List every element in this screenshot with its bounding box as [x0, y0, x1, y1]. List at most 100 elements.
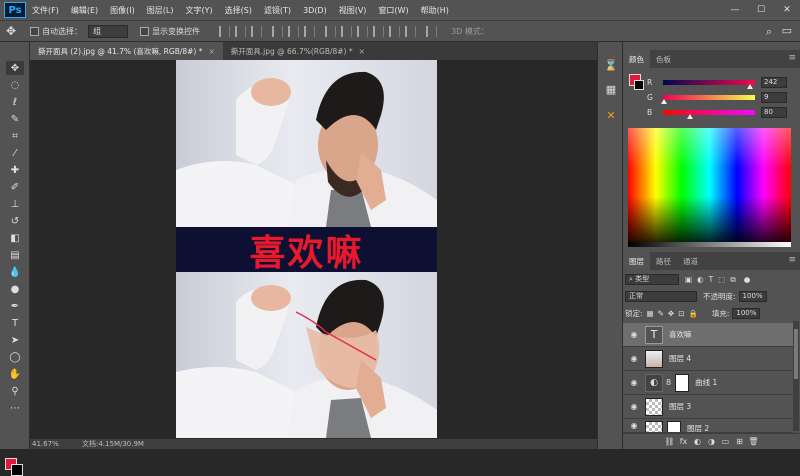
menu-select[interactable]: 选择(S): [219, 5, 258, 16]
background-color-chip[interactable]: [634, 80, 644, 90]
adjustment-layer-icon[interactable]: ◑: [705, 437, 719, 446]
close-button[interactable]: ✕: [774, 0, 800, 20]
move-tool-icon[interactable]: ✥: [6, 61, 24, 75]
auto-select-dropdown[interactable]: 组: [88, 24, 129, 38]
workspace-icon[interactable]: ▭: [782, 24, 792, 37]
shape-tool-icon[interactable]: ◯: [6, 350, 24, 364]
filter-adjust-icon[interactable]: ◐: [697, 275, 704, 284]
menu-window[interactable]: 窗口(W): [372, 5, 414, 16]
layer-name[interactable]: 曲线 1: [695, 377, 717, 388]
lock-artboard-icon[interactable]: ⊡: [678, 309, 684, 318]
filter-pixel-icon[interactable]: ▣: [685, 275, 692, 284]
distribute-hcenter-icon[interactable]: [389, 25, 401, 37]
marquee-tool-icon[interactable]: ◌: [6, 78, 24, 92]
distribute-vcenter-icon[interactable]: [341, 25, 353, 37]
layer-name[interactable]: 图层 2: [687, 423, 709, 432]
red-value-input[interactable]: 242: [761, 76, 787, 88]
layer-name[interactable]: 喜欢嘛: [669, 329, 692, 340]
filter-toggle-icon[interactable]: ●: [744, 275, 751, 284]
layer-row[interactable]: ◉ ◐ 8 曲线 1: [623, 371, 793, 395]
history-brush-tool-icon[interactable]: ↺: [6, 214, 24, 228]
distribute-right-icon[interactable]: [405, 25, 417, 37]
green-value-input[interactable]: 9: [761, 91, 787, 103]
lock-pixels-icon[interactable]: ✎: [658, 309, 664, 318]
background-color-swatch[interactable]: [11, 464, 23, 476]
pen-tool-icon[interactable]: ✒: [6, 299, 24, 313]
opacity-input[interactable]: 100%: [738, 291, 767, 302]
lock-all-icon[interactable]: 🔒: [689, 309, 698, 318]
align-top-icon[interactable]: [219, 25, 231, 37]
layers-scrollbar[interactable]: [793, 321, 799, 431]
clone-stamp-tool-icon[interactable]: ⊥: [6, 197, 24, 211]
history-panel-icon[interactable]: ⌛: [602, 56, 620, 74]
brush-tool-icon[interactable]: ✐: [6, 180, 24, 194]
align-right-icon[interactable]: [304, 25, 316, 37]
visibility-eye-icon[interactable]: ◉: [627, 378, 641, 387]
blur-tool-icon[interactable]: 💧: [6, 265, 24, 279]
layer-filter-dropdown[interactable]: ⌕ 类型: [625, 274, 679, 285]
tab-document-1[interactable]: 撕开面具 (2).jpg @ 41.7% (喜欢嘛, RGB/8#) * ×: [30, 42, 223, 60]
eyedropper-tool-icon[interactable]: ⁄: [6, 146, 24, 160]
lock-transparent-icon[interactable]: ▦: [647, 309, 654, 318]
auto-align-icon[interactable]: [426, 25, 438, 37]
tab-swatches[interactable]: 色板: [650, 50, 677, 68]
move-tool-icon[interactable]: ✥: [6, 24, 16, 38]
search-icon[interactable]: ⌕: [766, 25, 772, 39]
layer-row[interactable]: ◉ 图层 3: [623, 395, 793, 419]
properties-panel-icon[interactable]: ▦: [602, 80, 620, 98]
menu-3d[interactable]: 3D(D): [297, 6, 333, 15]
menu-type[interactable]: 文字(Y): [179, 5, 218, 16]
green-knob[interactable]: [661, 99, 667, 104]
canvas-area[interactable]: 喜欢嘛: [30, 60, 597, 438]
distribute-bottom-icon[interactable]: [357, 25, 369, 37]
add-mask-icon[interactable]: ◐: [691, 437, 705, 446]
red-knob[interactable]: [747, 84, 753, 89]
lock-position-icon[interactable]: ✥: [668, 309, 674, 318]
distribute-top-icon[interactable]: [325, 25, 337, 37]
path-select-tool-icon[interactable]: ➤: [6, 333, 24, 347]
zoom-level[interactable]: 41.67%: [32, 440, 72, 448]
new-group-icon[interactable]: ▭: [719, 437, 733, 446]
visibility-eye-icon[interactable]: ◉: [627, 402, 641, 411]
lasso-tool-icon[interactable]: ℓ: [6, 95, 24, 109]
align-bottom-icon[interactable]: [251, 25, 263, 37]
layer-name[interactable]: 图层 4: [669, 353, 691, 364]
chain-link-icon[interactable]: 8: [666, 378, 671, 387]
blue-knob[interactable]: [687, 114, 693, 119]
new-layer-icon[interactable]: ⊞: [733, 437, 747, 446]
document-canvas[interactable]: 喜欢嘛: [176, 60, 437, 438]
red-track[interactable]: [663, 79, 755, 85]
show-transform-checkbox[interactable]: [140, 26, 150, 36]
align-vcenter-icon[interactable]: [235, 25, 247, 37]
tab-layers[interactable]: 图层: [623, 252, 650, 270]
tab-channels[interactable]: 通道: [677, 252, 704, 270]
fill-input[interactable]: 100%: [732, 308, 761, 319]
filter-shape-icon[interactable]: ⬚: [718, 275, 725, 284]
visibility-eye-icon[interactable]: ◉: [627, 421, 641, 430]
menu-layer[interactable]: 图层(L): [141, 5, 180, 16]
hand-tool-icon[interactable]: ✋: [6, 367, 24, 381]
eraser-tool-icon[interactable]: ◧: [6, 231, 24, 245]
layer-row[interactable]: ◉ 图层 4: [623, 347, 793, 371]
blend-mode-dropdown[interactable]: 正常: [625, 291, 697, 302]
menu-help[interactable]: 帮助(H): [415, 5, 455, 16]
link-layers-icon[interactable]: ⛓: [663, 437, 677, 446]
layer-row[interactable]: ◉ T 喜欢嘛: [623, 323, 793, 347]
menu-view[interactable]: 视图(V): [333, 5, 373, 16]
layers-scrollbar-thumb[interactable]: [794, 329, 798, 379]
filter-type-icon[interactable]: T: [709, 275, 714, 284]
menu-image[interactable]: 图像(I): [104, 5, 141, 16]
layer-row[interactable]: ◉ 图层 2: [623, 419, 793, 433]
tab-paths[interactable]: 路径: [650, 252, 677, 270]
green-track[interactable]: [663, 94, 755, 100]
crop-tool-icon[interactable]: ⌗: [6, 129, 24, 143]
menu-edit[interactable]: 编辑(E): [65, 5, 104, 16]
visibility-eye-icon[interactable]: ◉: [627, 330, 641, 339]
healing-brush-tool-icon[interactable]: ✚: [6, 163, 24, 177]
gradient-tool-icon[interactable]: ▤: [6, 248, 24, 262]
close-tab-icon[interactable]: ×: [208, 47, 214, 56]
panel-menu-icon[interactable]: ≡: [788, 53, 796, 63]
menu-filter[interactable]: 滤镜(T): [258, 5, 297, 16]
red-slider[interactable]: R 242: [647, 76, 787, 88]
tools-panel-icon[interactable]: ✕: [602, 106, 620, 124]
